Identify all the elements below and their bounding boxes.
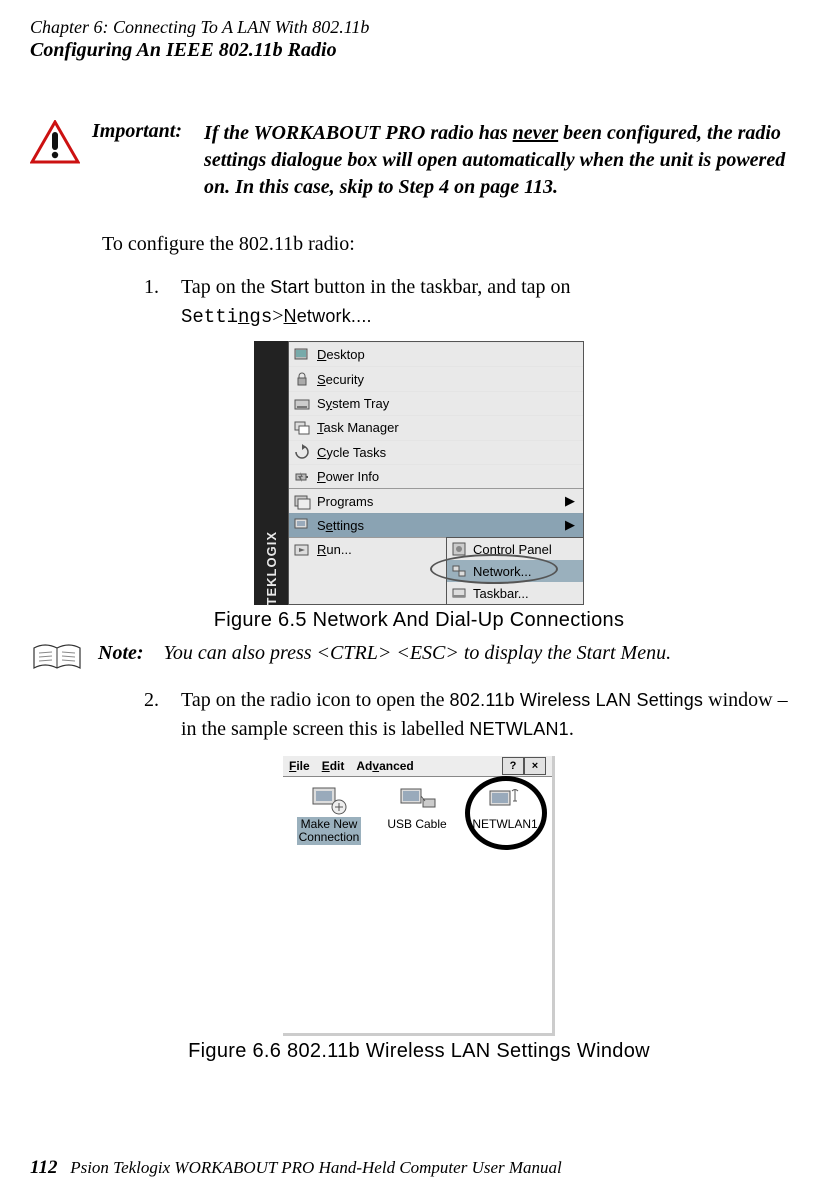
step-1: 1. Tap on the Start button in the taskba… xyxy=(144,273,808,332)
chevron-right-icon: ▶ xyxy=(565,517,575,533)
important-callout: Important: If the WORKABOUT PRO radio ha… xyxy=(30,120,808,201)
menu-cycle[interactable]: Cycle Tasks xyxy=(289,440,583,464)
step-2: 2. Tap on the radio icon to open the 802… xyxy=(144,686,808,744)
menu-systray[interactable]: System Tray xyxy=(289,391,583,415)
note-label: Note: xyxy=(98,642,144,665)
lan-settings-screenshot: File Edit Advanced ? × Make NewConnectio… xyxy=(283,756,555,1036)
note-callout: Note: You can also press <CTRL> <ESC> to… xyxy=(30,642,808,674)
icon-make-new-connection[interactable]: Make NewConnection xyxy=(291,783,367,845)
help-button[interactable]: ? xyxy=(502,757,524,775)
chapter-header: Chapter 6: Connecting To A LAN With 802.… xyxy=(30,16,808,39)
book-icon xyxy=(30,642,84,674)
start-label: Start xyxy=(270,277,309,297)
note-text: You can also press <CTRL> <ESC> to displ… xyxy=(164,642,672,665)
close-button[interactable]: × xyxy=(524,757,546,775)
menu-security[interactable]: Security xyxy=(289,366,583,390)
menu-advanced[interactable]: Advanced xyxy=(356,759,413,773)
menu-desktop[interactable]: Desktop xyxy=(289,342,583,366)
figure-6-6-caption: Figure 6.6 802.11b Wireless LAN Settings… xyxy=(30,1040,808,1063)
important-label: Important: xyxy=(92,120,182,143)
figure-6-5-caption: Figure 6.5 Network And Dial-Up Connectio… xyxy=(30,609,808,632)
chevron-right-icon: ▶ xyxy=(565,493,575,509)
menu-power[interactable]: Power Info xyxy=(289,464,583,488)
menu-edit[interactable]: Edit xyxy=(322,759,345,773)
menu-programs[interactable]: Programs ▶ xyxy=(289,488,583,512)
important-text: If the WORKABOUT PRO radio has never bee… xyxy=(204,120,808,201)
intro-text: To configure the 802.11b radio: xyxy=(102,231,808,257)
start-menu-screenshot: TEKLOGIX Desktop Security System Tray Ta… xyxy=(254,341,584,605)
settings-path: Settings xyxy=(181,306,272,328)
menu-taskmgr[interactable]: Task Manager xyxy=(289,415,583,439)
menu-settings[interactable]: Settings ▶ xyxy=(289,513,583,537)
submenu-taskbar[interactable]: Taskbar... xyxy=(447,582,583,604)
menu-file[interactable]: File xyxy=(289,759,310,773)
icon-usb-cable[interactable]: USB Cable xyxy=(379,783,455,845)
highlight-circle xyxy=(430,554,558,584)
section-header: Configuring An IEEE 802.11b Radio xyxy=(30,39,808,62)
warning-icon xyxy=(30,120,80,164)
highlight-circle-thick xyxy=(465,776,547,850)
menubar: File Edit Advanced ? × xyxy=(283,756,552,777)
page-footer: 112 Psion Teklogix WORKABOUT PRO Hand-He… xyxy=(30,1157,562,1179)
brand-strip: TEKLOGIX xyxy=(254,341,288,605)
